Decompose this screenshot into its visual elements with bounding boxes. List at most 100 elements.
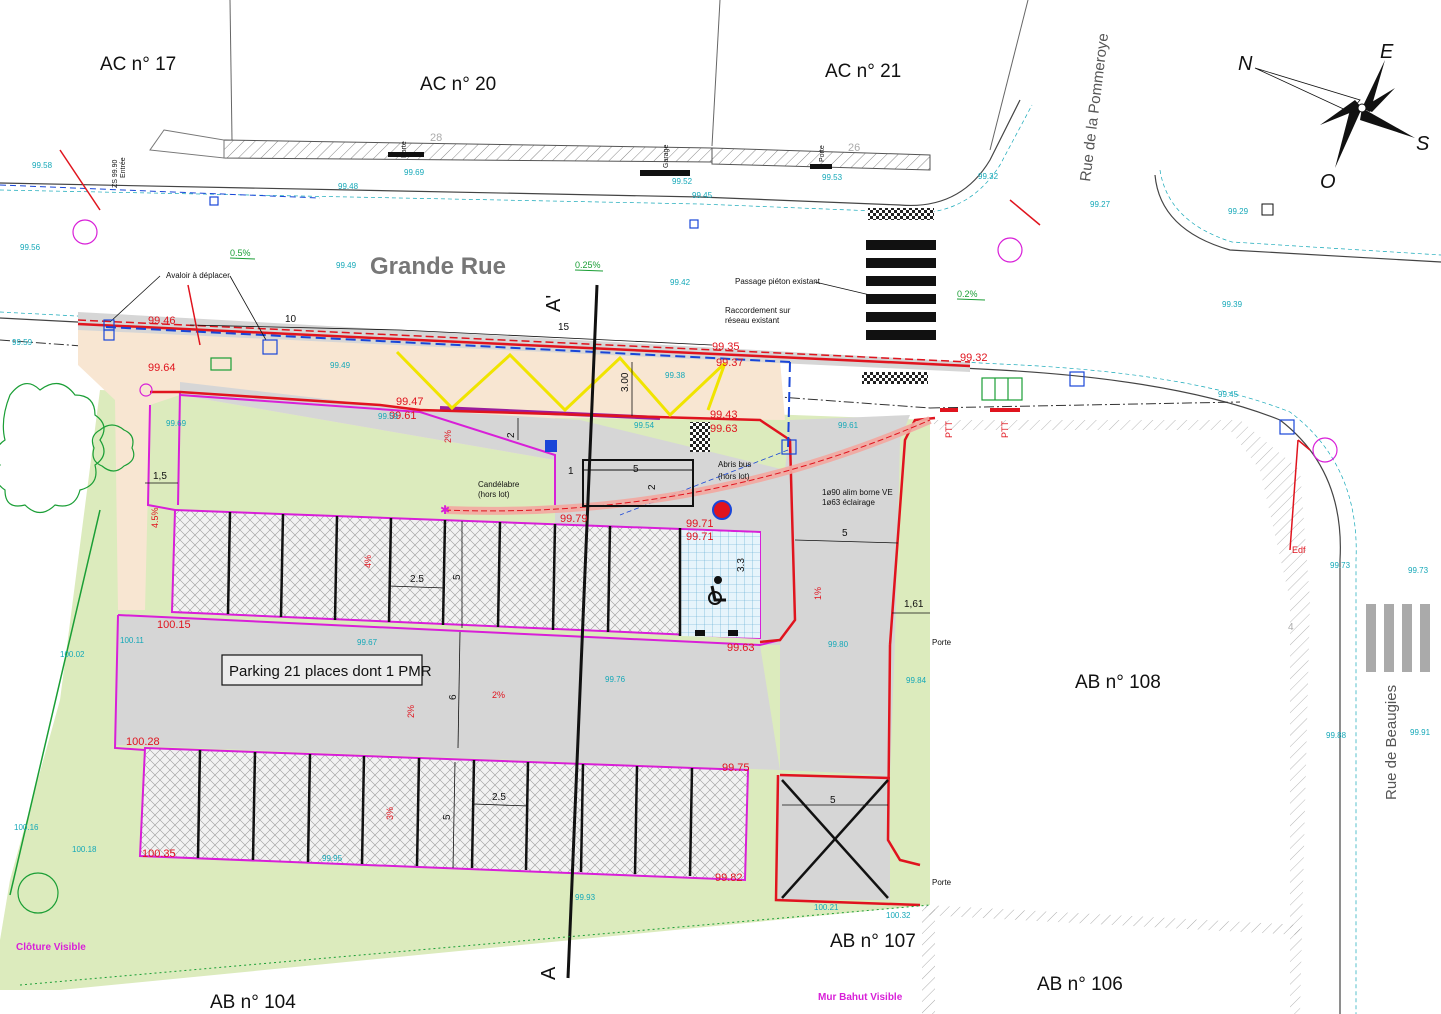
note-ptt-2: PTT	[1000, 420, 1010, 438]
level-t99-49b: 99.49	[330, 361, 351, 370]
level-99-63b: 99.63	[727, 642, 755, 654]
level-t99-29: 99.29	[1228, 207, 1249, 216]
level-t99-38: 99.38	[665, 371, 686, 380]
parcel-ab106: AB n° 106	[1037, 974, 1123, 995]
dim-3: 3.00	[620, 372, 631, 392]
compass-n: N	[1238, 53, 1253, 75]
level-t99-45b: 99.45	[1218, 390, 1239, 399]
parking-label: Parking 21 places dont 1 PMR	[229, 663, 432, 680]
site-plan: AC n° 17 AC n° 20 AC n° 21 AB n° 108 AB …	[0, 0, 1441, 1014]
building-frontage	[149, 0, 1029, 176]
level-t100-02: 100.02	[60, 650, 85, 659]
dim-15: 15	[558, 322, 570, 333]
note-candelabre-2: (hors lot)	[478, 490, 510, 499]
parcel-ac20: AC n° 20	[420, 74, 496, 95]
level-t99-95: 99.95	[322, 854, 343, 863]
note-porte-right: Porte	[932, 638, 952, 647]
note-avaloir: Avaloir à déplacer	[166, 271, 230, 280]
note-edf: Edf	[1292, 545, 1306, 555]
slope-2c: 2%	[406, 705, 416, 718]
note-garage: Garage	[663, 145, 670, 168]
note-candelabre-1: Candélabre	[478, 480, 520, 489]
dim-5c: 5	[842, 528, 848, 539]
hatched-wall-south	[925, 905, 1300, 935]
level-t99-69: 99.69	[404, 168, 425, 177]
note-porte-top1: Porte	[401, 141, 408, 158]
dim-3-3: 3.3	[736, 558, 747, 572]
level-100-15: 100.15	[157, 619, 191, 631]
level-t99-73b: 99.73	[1408, 566, 1429, 575]
level-99-79: 99.79	[560, 513, 588, 525]
slope-4b: 4%	[363, 555, 373, 568]
level-99-32: 99.32	[960, 352, 988, 364]
note-number-4: 4	[1288, 622, 1294, 633]
slope-0-25: 0.25%	[575, 260, 601, 270]
slope-3: 3%	[385, 807, 395, 820]
square-marker	[1261, 203, 1274, 216]
level-zs: ZS 99.90	[112, 159, 119, 188]
level-t100-11: 100.11	[120, 636, 144, 645]
level-99-43: 99.43	[710, 409, 738, 421]
level-99-71b: 99.71	[686, 531, 714, 543]
crosswalk-beaugies	[1366, 604, 1430, 672]
dim-5d: 5	[442, 814, 453, 820]
note-abris-2: (hors lot)	[718, 472, 750, 481]
hatched-wall-west	[922, 905, 935, 1014]
level-99-37: 99.37	[716, 357, 744, 369]
level-t100-21: 100.21	[814, 903, 839, 912]
slope-1: 1%	[813, 587, 823, 600]
level-t99-27: 99.27	[1090, 200, 1111, 209]
level-t99-32: 99.32	[978, 172, 999, 181]
dim-5a: 5	[633, 464, 639, 475]
dim-1: 1	[568, 466, 574, 477]
note-porte-bottom: Porte	[932, 878, 952, 887]
level-t99-67: 99.67	[357, 638, 378, 647]
section-a-prime: A'	[543, 295, 565, 312]
note-alim-2: 1ø63 éclairage	[822, 498, 875, 507]
dim-5e: 5	[830, 795, 836, 806]
slope-0-2: 0.2%	[957, 289, 978, 299]
level-t99-76: 99.76	[605, 675, 626, 684]
note-ptt-1: PTT	[944, 420, 954, 438]
level-t100-32: 100.32	[886, 911, 911, 920]
level-99-63: 99.63	[710, 423, 738, 435]
level-t99-52: 99.52	[672, 177, 693, 186]
note-raccord-1: Raccordement sur	[725, 306, 791, 315]
level-t99-56: 99.56	[20, 243, 41, 252]
level-99-46: 99.46	[148, 315, 176, 327]
level-t99-69b: 99.69	[166, 419, 187, 428]
compass-e: E	[1380, 41, 1394, 63]
note-porte-top2: Porte	[819, 145, 826, 162]
level-t99-49: 99.49	[336, 261, 357, 270]
note-abris-1: Abris bus	[718, 460, 751, 469]
level-t99-93: 99.93	[575, 893, 596, 902]
level-99-47: 99.47	[396, 396, 424, 408]
level-t99-53: 99.53	[822, 173, 843, 182]
note-alim-1: 1ø90 alim borne VE	[822, 488, 893, 497]
note-cloture: Clôture Visible	[16, 942, 86, 953]
dim-6: 6	[448, 694, 459, 700]
level-t99-73: 99.73	[1330, 561, 1351, 570]
dim-10: 10	[285, 314, 297, 325]
dim-2-5b: 2.5	[492, 792, 506, 803]
level-t99-45: 99.45	[692, 191, 713, 200]
note-raccord-2: réseau existant	[725, 316, 780, 325]
street-beaugies: Rue de Beaugies	[1383, 685, 1400, 800]
level-100-28: 100.28	[126, 736, 160, 748]
level-t99-39: 99.39	[1222, 300, 1243, 309]
dim-1-61: 1,61	[904, 599, 924, 610]
level-t99-42: 99.42	[670, 278, 691, 287]
level-t99-61: 99.61	[838, 421, 859, 430]
level-t99-59: 99.59	[12, 338, 33, 347]
level-100-35: 100.35	[142, 848, 176, 860]
level-t100-18: 100.18	[72, 845, 97, 854]
dim-2-5a: 2.5	[410, 574, 424, 585]
note-number-28: 28	[430, 132, 442, 144]
dim-5b: 5	[452, 574, 463, 580]
level-99-71: 99.71	[686, 518, 714, 530]
note-number-26: 26	[848, 142, 860, 154]
note-mur: Mur Bahut Visible	[818, 992, 903, 1003]
slope-2a: 2%	[443, 430, 453, 443]
compass-s: S	[1416, 133, 1430, 155]
level-t99-91: 99.91	[1410, 728, 1431, 737]
